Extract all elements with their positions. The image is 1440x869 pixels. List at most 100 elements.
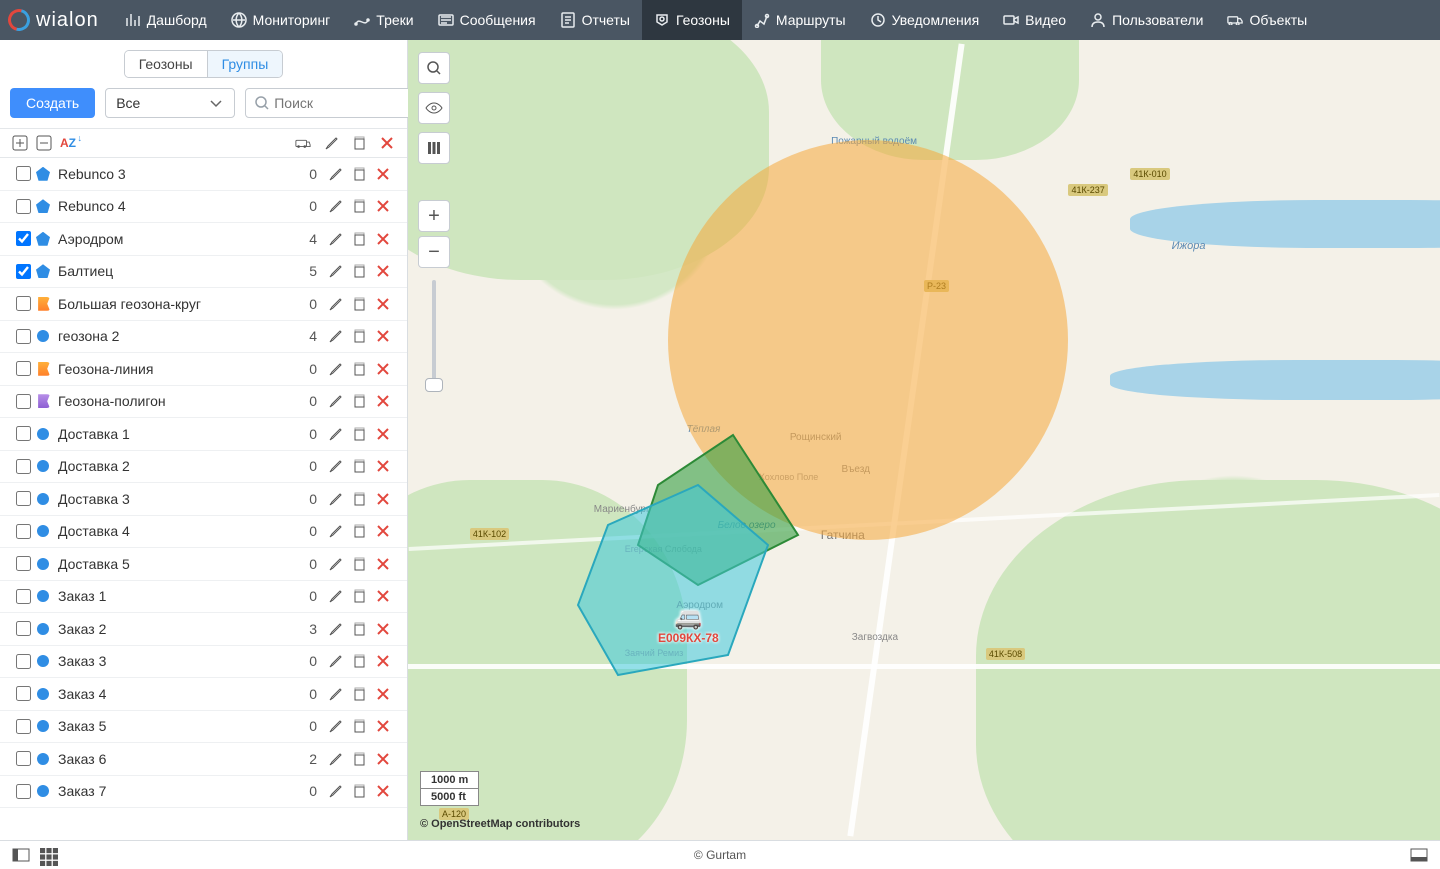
group-checkbox[interactable] <box>16 751 31 766</box>
group-delete-icon[interactable] <box>371 426 395 442</box>
group-row[interactable]: Большая геозона-круг0 <box>0 288 407 321</box>
group-copy-icon[interactable] <box>347 231 371 247</box>
group-delete-icon[interactable] <box>371 653 395 669</box>
group-copy-icon[interactable] <box>347 458 371 474</box>
unit-marker[interactable]: 🚐 Е009КХ-78 <box>658 605 719 645</box>
group-delete-icon[interactable] <box>371 263 395 279</box>
copy-col-icon[interactable] <box>351 135 367 151</box>
group-copy-icon[interactable] <box>347 263 371 279</box>
vehicle-col-icon[interactable] <box>295 135 311 151</box>
group-row[interactable]: Балтиец5 <box>0 256 407 289</box>
group-row[interactable]: Геозона-линия0 <box>0 353 407 386</box>
group-checkbox[interactable] <box>16 394 31 409</box>
group-props-icon[interactable] <box>323 393 347 409</box>
map-search-button[interactable] <box>418 52 450 84</box>
group-delete-icon[interactable] <box>371 166 395 182</box>
group-delete-icon[interactable] <box>371 458 395 474</box>
group-props-icon[interactable] <box>323 523 347 539</box>
group-props-icon[interactable] <box>323 198 347 214</box>
group-copy-icon[interactable] <box>347 621 371 637</box>
group-row[interactable]: геозона 24 <box>0 321 407 354</box>
group-checkbox[interactable] <box>16 459 31 474</box>
nav-routes[interactable]: Маршруты <box>742 0 858 40</box>
filter-select[interactable]: Все <box>105 88 235 118</box>
group-copy-icon[interactable] <box>347 556 371 572</box>
nav-users[interactable]: Пользователи <box>1078 0 1215 40</box>
zoom-out-button[interactable]: − <box>418 236 450 268</box>
create-button[interactable]: Создать <box>10 88 95 118</box>
group-row[interactable]: Доставка 50 <box>0 548 407 581</box>
group-copy-icon[interactable] <box>347 296 371 312</box>
group-row[interactable]: Rebunco 30 <box>0 158 407 191</box>
nav-monitoring[interactable]: Мониторинг <box>219 0 343 40</box>
delete-col-icon[interactable] <box>379 135 395 151</box>
group-props-icon[interactable] <box>323 296 347 312</box>
group-checkbox[interactable] <box>16 491 31 506</box>
group-copy-icon[interactable] <box>347 718 371 734</box>
group-props-icon[interactable] <box>323 231 347 247</box>
group-copy-icon[interactable] <box>347 523 371 539</box>
group-props-icon[interactable] <box>323 588 347 604</box>
group-checkbox[interactable] <box>16 296 31 311</box>
nav-units[interactable]: Объекты <box>1215 0 1319 40</box>
group-copy-icon[interactable] <box>347 166 371 182</box>
group-row[interactable]: Заказ 23 <box>0 613 407 646</box>
group-copy-icon[interactable] <box>347 751 371 767</box>
group-props-icon[interactable] <box>323 686 347 702</box>
group-row[interactable]: Заказ 70 <box>0 776 407 809</box>
map[interactable]: Пожарный водоём Ижора Гатчина Мариенбург… <box>408 40 1440 840</box>
sort-az-icon[interactable]: A↓Z <box>60 135 76 151</box>
group-checkbox[interactable] <box>16 654 31 669</box>
group-row[interactable]: Заказ 50 <box>0 711 407 744</box>
add-icon[interactable] <box>12 135 28 151</box>
map-layers-button[interactable] <box>418 132 450 164</box>
group-checkbox[interactable] <box>16 199 31 214</box>
group-delete-icon[interactable] <box>371 751 395 767</box>
group-checkbox[interactable] <box>16 621 31 636</box>
group-delete-icon[interactable] <box>371 783 395 799</box>
remove-icon[interactable] <box>36 135 52 151</box>
group-checkbox[interactable] <box>16 524 31 539</box>
zoom-in-button[interactable]: + <box>418 200 450 232</box>
group-copy-icon[interactable] <box>347 328 371 344</box>
group-copy-icon[interactable] <box>347 491 371 507</box>
group-delete-icon[interactable] <box>371 361 395 377</box>
group-checkbox[interactable] <box>16 166 31 181</box>
group-row[interactable]: Доставка 20 <box>0 451 407 484</box>
group-checkbox[interactable] <box>16 556 31 571</box>
group-row[interactable]: Rebunco 40 <box>0 191 407 224</box>
tab-groups[interactable]: Группы <box>208 51 283 77</box>
group-props-icon[interactable] <box>323 556 347 572</box>
group-list[interactable]: Rebunco 30Rebunco 40Аэродром4Балтиец5Бол… <box>0 158 407 840</box>
group-props-icon[interactable] <box>323 653 347 669</box>
nav-geofences[interactable]: Геозоны <box>642 0 742 40</box>
group-props-icon[interactable] <box>323 426 347 442</box>
nav-tracks[interactable]: Треки <box>342 0 425 40</box>
group-checkbox[interactable] <box>16 686 31 701</box>
group-props-icon[interactable] <box>323 718 347 734</box>
group-checkbox[interactable] <box>16 264 31 279</box>
group-props-icon[interactable] <box>323 621 347 637</box>
group-props-icon[interactable] <box>323 458 347 474</box>
nav-notifications[interactable]: Уведомления <box>858 0 992 40</box>
group-copy-icon[interactable] <box>347 588 371 604</box>
group-row[interactable]: Аэродром4 <box>0 223 407 256</box>
group-copy-icon[interactable] <box>347 653 371 669</box>
nav-video[interactable]: Видео <box>991 0 1078 40</box>
group-checkbox[interactable] <box>16 719 31 734</box>
group-copy-icon[interactable] <box>347 198 371 214</box>
group-copy-icon[interactable] <box>347 686 371 702</box>
group-checkbox[interactable] <box>16 426 31 441</box>
apps-grid-icon[interactable] <box>40 848 58 862</box>
group-props-icon[interactable] <box>323 166 347 182</box>
props-col-icon[interactable] <box>323 135 339 151</box>
group-row[interactable]: Доставка 10 <box>0 418 407 451</box>
group-delete-icon[interactable] <box>371 328 395 344</box>
group-copy-icon[interactable] <box>347 426 371 442</box>
group-delete-icon[interactable] <box>371 686 395 702</box>
group-props-icon[interactable] <box>323 263 347 279</box>
geofence-poly-aerodrom[interactable] <box>578 485 798 688</box>
group-checkbox[interactable] <box>16 589 31 604</box>
group-checkbox[interactable] <box>16 784 31 799</box>
zoom-handle[interactable] <box>425 378 443 392</box>
